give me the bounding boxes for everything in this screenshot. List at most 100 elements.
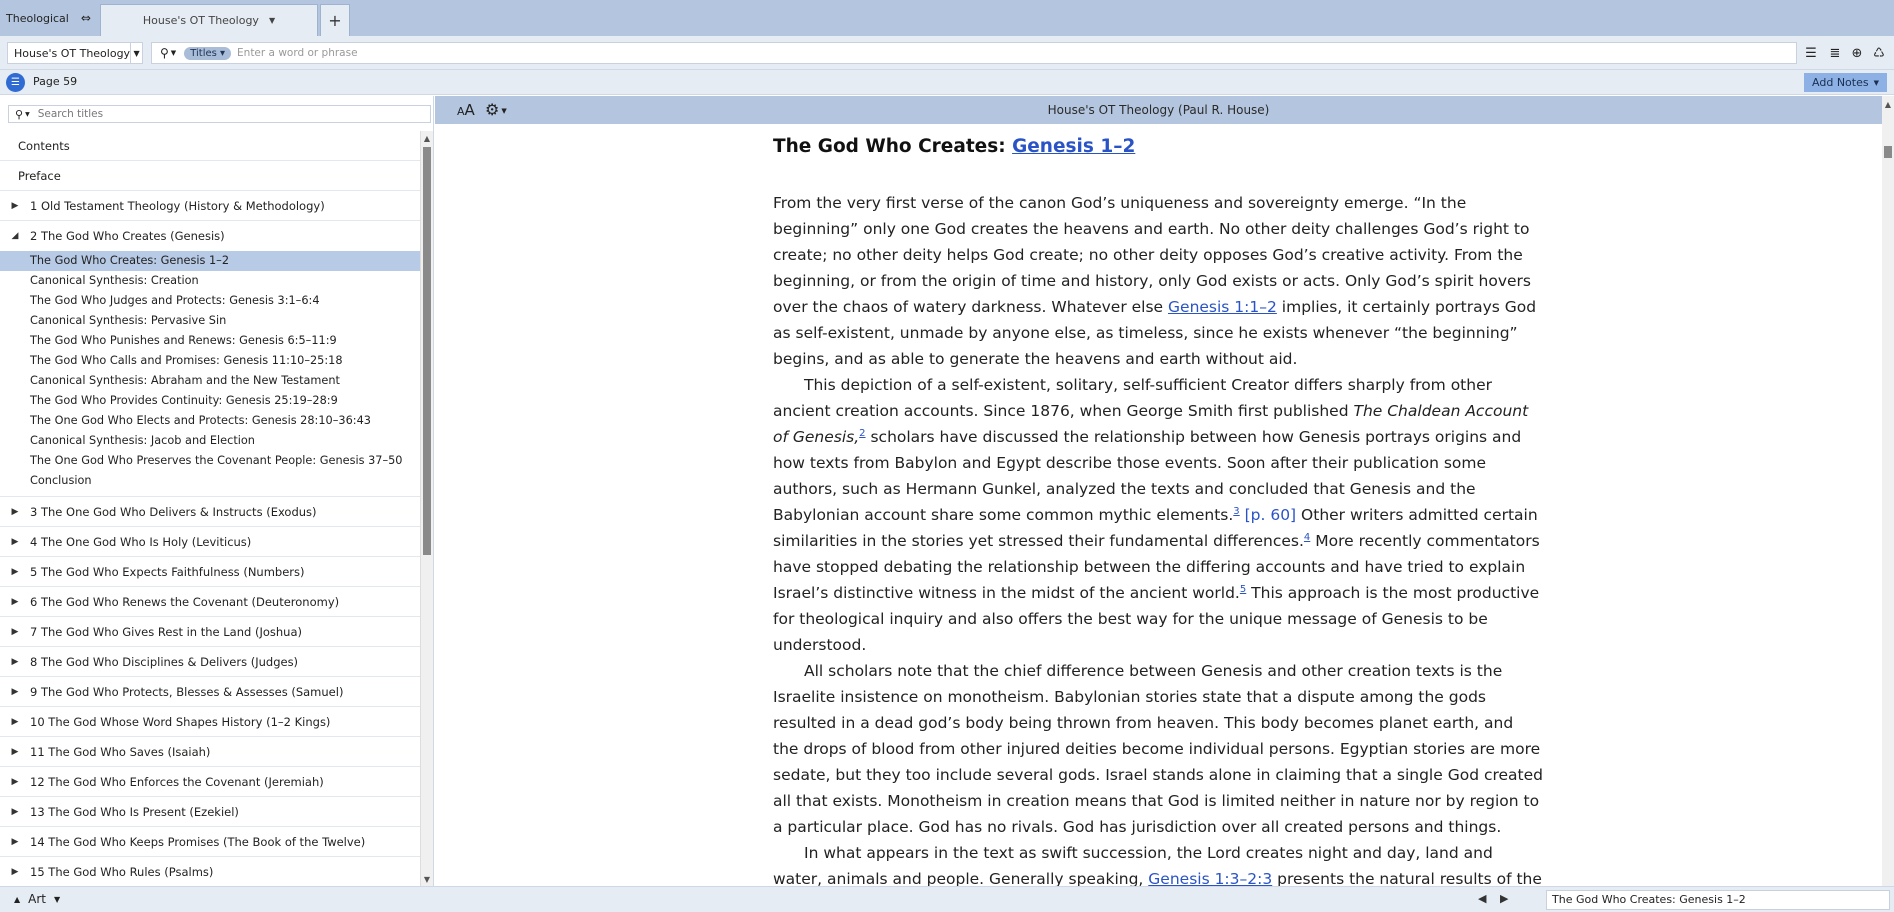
- location-field[interactable]: The God Who Creates: Genesis 1–2: [1546, 890, 1890, 910]
- scroll-down-icon[interactable]: ▼: [421, 872, 433, 886]
- search-input[interactable]: [237, 47, 1796, 59]
- expand-triangle-icon[interactable]: ▶: [0, 807, 30, 817]
- expand-triangle-icon[interactable]: ▶: [0, 657, 30, 667]
- scrollbar-thumb[interactable]: [1884, 146, 1892, 158]
- toc-item-label: 2 The God Who Creates (Genesis): [30, 229, 225, 243]
- toc-item-preface[interactable]: Preface: [0, 161, 420, 191]
- chevron-down-icon[interactable]: ▼: [171, 49, 176, 57]
- chevron-down-icon: ▼: [1873, 78, 1879, 87]
- toc-chapter[interactable]: ▶ 11 The God Who Saves (Isaiah): [0, 737, 420, 767]
- expand-triangle-icon[interactable]: ▶: [0, 777, 30, 787]
- expand-triangle-icon[interactable]: ▶: [0, 567, 30, 577]
- add-notes-button[interactable]: Add Notes ▼: [1804, 73, 1887, 92]
- toc-subitem[interactable]: Conclusion: [0, 471, 420, 491]
- toc-scrollbar[interactable]: ▲ ▼: [420, 131, 433, 886]
- scripture-link[interactable]: Genesis 1:1–2: [1168, 298, 1277, 316]
- toc-chapter[interactable]: ▶ 8 The God Who Disciplines & Delivers (J…: [0, 647, 420, 677]
- toc-chapter[interactable]: ▶ 12 The God Who Enforces the Covenant (J…: [0, 767, 420, 797]
- reader-header: AA ⚙ ▼ House's OT Theology (Paul R. House…: [435, 96, 1882, 124]
- collapse-triangle-icon[interactable]: ◢: [0, 231, 30, 241]
- toc-chapter[interactable]: ▶ 9 The God Who Protects, Blesses & Asses…: [0, 677, 420, 707]
- recycle-icon[interactable]: ♺: [1870, 44, 1888, 62]
- toc-chapter[interactable]: ▶ 6 The God Who Renews the Covenant (Deut…: [0, 587, 420, 617]
- add-circle-icon[interactable]: ⊕: [1848, 44, 1866, 62]
- next-icon[interactable]: ▶: [1500, 892, 1508, 905]
- chevron-up-icon[interactable]: ▲: [14, 895, 20, 904]
- scripture-link[interactable]: Genesis 1–2: [1012, 136, 1135, 157]
- toc-subitem[interactable]: The God Who Provides Continuity: Genesis…: [0, 391, 420, 411]
- expand-triangle-icon[interactable]: ▶: [0, 507, 30, 517]
- tab-group-theological[interactable]: Theological ⇔ ✕: [0, 0, 112, 36]
- expand-triangle-icon[interactable]: ▶: [0, 837, 30, 847]
- toc-chapter[interactable]: ▶ 5 The God Who Expects Faithfulness (Num…: [0, 557, 420, 587]
- toc-subitem[interactable]: Canonical Synthesis: Creation: [0, 271, 420, 291]
- scroll-up-icon[interactable]: ▲: [1882, 100, 1894, 109]
- lines-icon[interactable]: ☰: [1802, 44, 1820, 62]
- paragraph-4: In what appears in the text as swift suc…: [773, 840, 1543, 886]
- toc-list-icon[interactable]: ☰: [6, 73, 25, 92]
- indent-list-icon[interactable]: ≣: [1826, 44, 1844, 62]
- toc-chapter[interactable]: ▶ 7 The God Who Gives Rest in the Land (J…: [0, 617, 420, 647]
- toc-subitem[interactable]: Canonical Synthesis: Pervasive Sin: [0, 311, 420, 331]
- toc-chapter[interactable]: ▶ 4 The One God Who Is Holy (Leviticus): [0, 527, 420, 557]
- expand-triangle-icon[interactable]: ▶: [0, 867, 30, 877]
- chevron-down-icon[interactable]: ▼: [25, 111, 30, 118]
- chevron-down-icon[interactable]: ▼: [54, 895, 60, 904]
- toc-subitem[interactable]: The God Who Judges and Protects: Genesis…: [0, 291, 420, 311]
- chevron-down-icon[interactable]: ▼: [269, 16, 275, 25]
- paragraph-2: This depiction of a self-existent, solit…: [773, 372, 1543, 658]
- expand-triangle-icon[interactable]: ▶: [0, 717, 30, 727]
- toc-subitem-selected[interactable]: The God Who Creates: Genesis 1–2: [0, 251, 420, 271]
- panel-toggle[interactable]: ▲ Art ▼: [14, 892, 60, 906]
- reader-pane: The God Who Creates: Genesis 1–2 From th…: [435, 124, 1882, 886]
- toc-item-contents[interactable]: Contents: [0, 131, 420, 161]
- scroll-up-icon[interactable]: ▲: [421, 131, 433, 145]
- resource-select[interactable]: House's OT Theology ▼: [7, 42, 143, 64]
- toc-chapter[interactable]: ▶ 15 The God Who Rules (Psalms): [0, 857, 420, 886]
- toc-subitem[interactable]: Canonical Synthesis: Jacob and Election: [0, 431, 420, 451]
- toc-subitem[interactable]: The God Who Punishes and Renews: Genesis…: [0, 331, 420, 351]
- search-box[interactable]: ⚲ ▼ Titles ▾: [151, 42, 1797, 64]
- toc-chapter-2[interactable]: ◢ 2 The God Who Creates (Genesis): [0, 221, 420, 251]
- toolbar: House's OT Theology ▼ ⚲ ▼ Titles ▾ ☰ ≣ ⊕…: [0, 36, 1894, 70]
- split-panes-icon[interactable]: ⇔: [81, 11, 91, 25]
- toc-chapter[interactable]: ▶ 3 The One God Who Delivers & Instructs …: [0, 497, 420, 527]
- toc-subitem[interactable]: The One God Who Preserves the Covenant P…: [0, 451, 420, 471]
- tab-houses-ot-theology[interactable]: House's OT Theology ▼: [100, 4, 318, 36]
- toc-item-label: 9 The God Who Protects, Blesses & Assess…: [30, 684, 344, 699]
- toc-chapter-1[interactable]: ▶ 1 Old Testament Theology (History & Me…: [0, 191, 420, 221]
- toc-chapter[interactable]: ▶ 13 The God Who Is Present (Ezekiel): [0, 797, 420, 827]
- toc-subitem[interactable]: The God Who Calls and Promises: Genesis …: [0, 351, 420, 371]
- expand-triangle-icon[interactable]: ▶: [0, 627, 30, 637]
- expand-triangle-icon[interactable]: ▶: [0, 201, 30, 211]
- expand-triangle-icon[interactable]: ▶: [0, 747, 30, 757]
- scrollbar-thumb[interactable]: [423, 147, 431, 555]
- add-tab-button[interactable]: +: [320, 4, 350, 36]
- expand-triangle-icon[interactable]: ▶: [0, 687, 30, 697]
- page-bar: ☰ Page 59 Add Notes ▼: [0, 70, 1894, 95]
- scripture-link[interactable]: Genesis 1:3–2:3: [1148, 870, 1272, 886]
- page-indicator: Page 59: [33, 75, 78, 88]
- search-icon[interactable]: ⚲: [160, 46, 169, 60]
- search-scope-pill[interactable]: Titles ▾: [184, 46, 232, 60]
- toc-chapter[interactable]: ▶ 14 The God Who Keeps Promises (The Book…: [0, 827, 420, 857]
- resource-select-value: House's OT Theology: [14, 46, 131, 60]
- toc-chapter[interactable]: ▶ 10 The God Whose Word Shapes History (1…: [0, 707, 420, 737]
- previous-icon[interactable]: ◀: [1478, 892, 1486, 905]
- article-heading: The God Who Creates: Genesis 1–2: [773, 134, 1543, 160]
- toc-item-label: 13 The God Who Is Present (Ezekiel): [30, 804, 239, 819]
- reader-scrollbar[interactable]: ▲: [1882, 96, 1894, 886]
- plus-icon: +: [328, 11, 342, 30]
- title-search-box[interactable]: ⚲ ▼: [8, 105, 431, 123]
- toc-subitem[interactable]: The One God Who Elects and Protects: Gen…: [0, 411, 420, 431]
- toc-item-label: 6 The God Who Renews the Covenant (Deute…: [30, 594, 340, 609]
- tab-label: House's OT Theology: [142, 14, 259, 27]
- toc-subitem[interactable]: Canonical Synthesis: Abraham and the New…: [0, 371, 420, 391]
- title-search-input[interactable]: [37, 108, 430, 120]
- chevron-down-icon[interactable]: ▼: [130, 43, 142, 63]
- expand-triangle-icon[interactable]: ▶: [0, 597, 30, 607]
- bottom-bar: ▲ Art ▼ ◀ ▶ The God Who Creates: Genesis…: [0, 886, 1894, 912]
- expand-triangle-icon[interactable]: ▶: [0, 537, 30, 547]
- search-icon[interactable]: ⚲: [15, 108, 23, 121]
- add-notes-label: Add Notes: [1812, 76, 1869, 89]
